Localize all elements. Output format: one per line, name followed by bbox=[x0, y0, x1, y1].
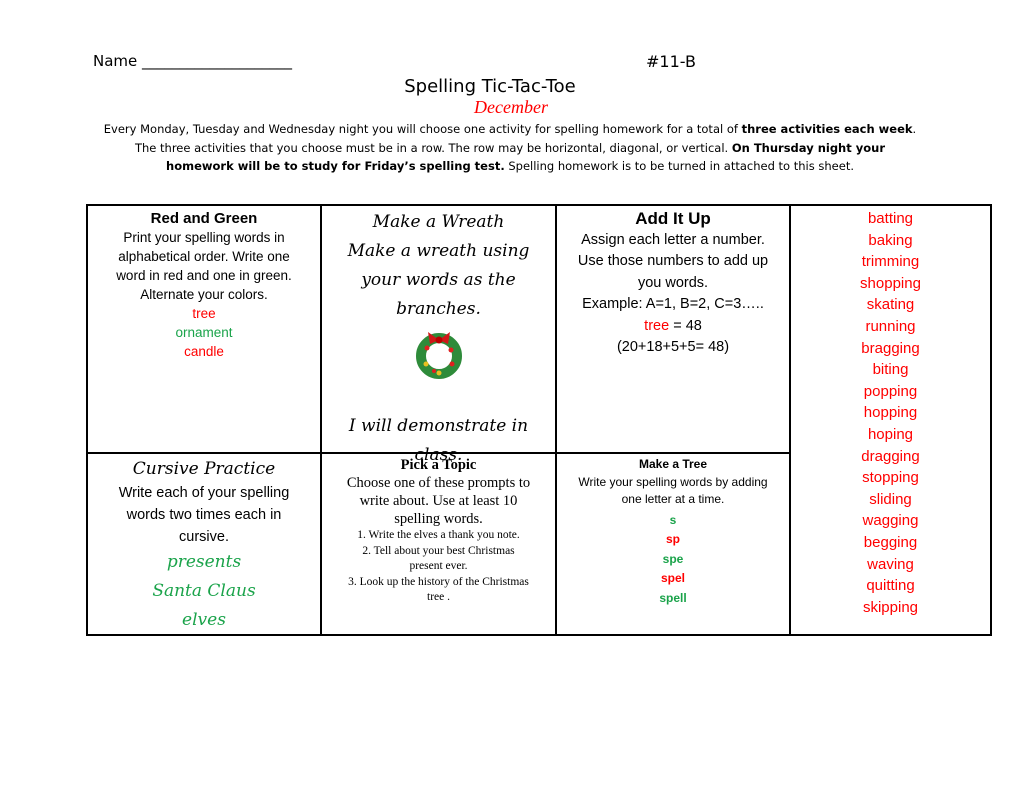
cell-text: Make a wreath using bbox=[347, 241, 530, 261]
spelling-word: skipping bbox=[862, 598, 919, 616]
spelling-word: dragging bbox=[861, 447, 920, 465]
cell-title: Red and Green bbox=[150, 210, 258, 227]
cell-text: words two times each in bbox=[126, 507, 282, 523]
cell-text: Assign each letter a number. bbox=[581, 231, 765, 248]
cell-text: cursive. bbox=[179, 529, 229, 545]
cell-wreath[interactable]: Make a Wreath Make a wreath using your w… bbox=[322, 208, 555, 470]
cell-red-green[interactable]: Red and Green Print your spelling words … bbox=[88, 209, 320, 361]
cell-text: your words as the bbox=[361, 270, 516, 290]
tree-step: s bbox=[669, 512, 677, 527]
tree-step: sp bbox=[665, 532, 680, 546]
example-word: tree bbox=[644, 317, 670, 334]
cell-title: Pick a Topic bbox=[400, 457, 477, 473]
spelling-word-list: batting baking trimming shopping skating runn… bbox=[791, 208, 990, 618]
instr-text: Spelling homework is to be turned in att… bbox=[504, 159, 854, 173]
cell-text: Print your spelling words in bbox=[123, 230, 285, 245]
cell-add-it-up[interactable]: Add It Up Assign each letter a number. U… bbox=[557, 208, 789, 359]
spelling-word: wagging bbox=[862, 512, 919, 530]
prompt: present ever. bbox=[409, 560, 468, 572]
spelling-word: batting bbox=[867, 210, 914, 227]
cell-text: you words. bbox=[637, 274, 709, 291]
example-word: presents bbox=[166, 552, 242, 572]
example-word: ornament bbox=[175, 325, 233, 340]
month-subtitle: December bbox=[474, 97, 548, 117]
cell-text: word in red and one in green. bbox=[116, 268, 292, 283]
prompt: 3. Look up the history of the Christmas bbox=[348, 575, 529, 588]
example-word: candle bbox=[184, 344, 224, 359]
instr-bold: On Thursday night your bbox=[731, 140, 886, 155]
cell-text: Alternate your colors. bbox=[140, 287, 268, 302]
cell-text: Example: A=1, B=2, C=3….. bbox=[582, 296, 764, 312]
example-eq: = 48 bbox=[669, 317, 702, 334]
example-word: tree bbox=[192, 306, 216, 321]
spelling-word: biting bbox=[872, 361, 909, 379]
spelling-word: baking bbox=[868, 231, 913, 249]
cell-text: Write each of your spelling bbox=[118, 485, 290, 501]
example-word: Santa Claus bbox=[152, 581, 256, 601]
worksheet-number: #11-B bbox=[646, 52, 696, 71]
spelling-word: quitting bbox=[866, 577, 915, 595]
spelling-word: begging bbox=[863, 533, 918, 551]
spelling-word: skating bbox=[866, 296, 915, 314]
spelling-word: hoping bbox=[867, 425, 914, 443]
prompt: 1. Write the elves a thank you note. bbox=[357, 529, 520, 541]
spelling-word: sliding bbox=[869, 490, 912, 508]
cell-text: Choose one of these prompts to bbox=[346, 475, 531, 491]
instructions: Every Monday, Tuesday and Wednesday nigh… bbox=[103, 122, 917, 173]
cell-make-tree[interactable]: Make a Tree Write your spelling words by… bbox=[557, 456, 789, 608]
cell-cursive[interactable]: Cursive Practice Write each of your spel… bbox=[88, 456, 320, 635]
spelling-word: running bbox=[865, 317, 916, 335]
spelling-word: trimming bbox=[861, 253, 920, 271]
wreath-icon bbox=[415, 332, 462, 379]
spelling-word: waving bbox=[867, 555, 914, 573]
name-field[interactable]: Name ____________________ bbox=[93, 52, 292, 70]
spelling-word: stopping bbox=[862, 469, 919, 487]
spelling-word: shopping bbox=[860, 274, 921, 292]
instr-text: Every Monday, Tuesday and Wednesday nigh… bbox=[103, 122, 742, 136]
spelling-word: hopping bbox=[863, 404, 918, 422]
cell-title: Add It Up bbox=[635, 209, 711, 228]
cell-text: spelling words. bbox=[394, 511, 483, 527]
spelling-word: bragging bbox=[861, 339, 920, 357]
tree-step: spe bbox=[662, 551, 684, 566]
cell-text: alphabetical order. Write one bbox=[118, 249, 290, 264]
example-word: elves bbox=[182, 610, 226, 630]
tic-tac-toe-grid: Red and Green Print your spelling words … bbox=[86, 204, 992, 636]
prompt: tree . bbox=[427, 591, 450, 603]
example-sum: (20+18+5+5= 48) bbox=[616, 339, 730, 355]
cell-text: branches. bbox=[396, 299, 481, 319]
instr-text: The three activities that you choose mus… bbox=[134, 140, 732, 155]
cell-title: Make a Wreath bbox=[372, 212, 505, 232]
cell-title: Make a Tree bbox=[638, 457, 708, 471]
prompt: 2. Tell about your best Christmas bbox=[362, 544, 515, 557]
instr-bold: three activities each week bbox=[741, 122, 913, 136]
cell-text: Write your spelling words by adding bbox=[578, 474, 768, 489]
tree-step: spell bbox=[659, 590, 687, 605]
cell-text: I will demonstrate in bbox=[348, 416, 529, 436]
cell-text: one letter at a time. bbox=[621, 492, 725, 506]
spelling-word: popping bbox=[863, 382, 918, 400]
cell-topic[interactable]: Pick a Topic Choose one of these prompts… bbox=[322, 456, 555, 606]
cell-title: Cursive Practice bbox=[132, 459, 276, 479]
cell-text: Use those numbers to add up bbox=[577, 253, 769, 269]
tree-step: spel bbox=[660, 571, 685, 585]
page-title: Spelling Tic-Tac-Toe bbox=[404, 76, 576, 97]
instr-bold: homework will be to study for Friday’s s… bbox=[166, 159, 505, 173]
cell-text: write about. Use at least 10 bbox=[359, 493, 518, 509]
